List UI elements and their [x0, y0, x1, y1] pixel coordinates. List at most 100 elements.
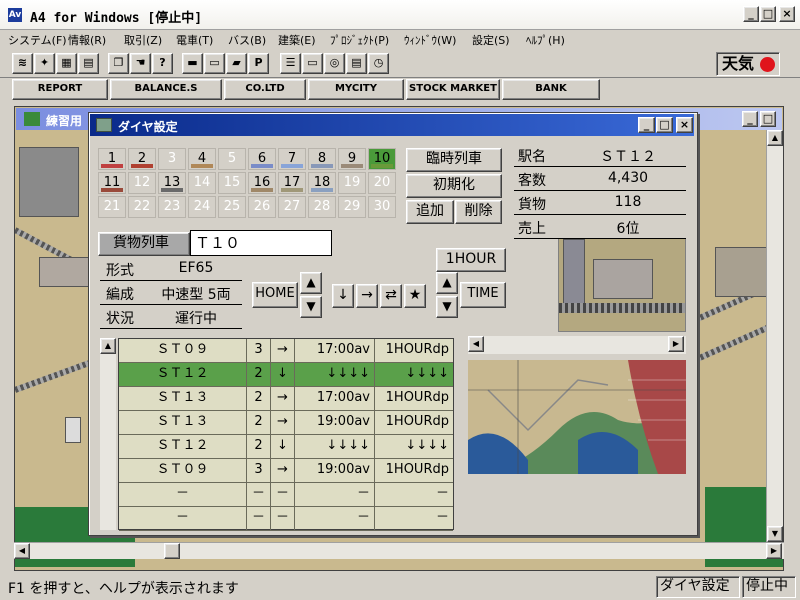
app-titlebar[interactable]: Av A4 for Windows [停止中] _ □ ×	[0, 0, 800, 30]
close-button[interactable]: ×	[779, 6, 795, 22]
schedule-row[interactable]: ＳＴ０９ 3 → 17:00av 1HOURdp	[119, 339, 453, 363]
schedule-scrollbar[interactable]: ▲	[100, 338, 116, 530]
train-icon[interactable]: ▬	[182, 53, 203, 74]
train-slot-25[interactable]: 25	[218, 196, 246, 218]
menu-train[interactable]: 電車(T)	[176, 32, 213, 48]
train-slot-7[interactable]: 7	[278, 148, 306, 170]
minimap-scroll-left-icon[interactable]: ◀	[468, 336, 484, 352]
mycity-button[interactable]: MYCITY	[308, 79, 404, 100]
scroll-up-icon[interactable]: ▲	[767, 130, 783, 146]
route-turnaround-icon[interactable]: ⇄	[380, 284, 402, 308]
horizontal-scroll-thumb[interactable]	[164, 543, 180, 559]
train-slot-8[interactable]: 8	[308, 148, 336, 170]
card-icon[interactable]: ▭	[302, 53, 323, 74]
practice-minimize-button[interactable]: _	[742, 111, 758, 127]
clock-icon[interactable]: ◷	[368, 53, 389, 74]
route-minimap[interactable]	[468, 360, 686, 474]
scroll-left-icon[interactable]: ◀	[14, 543, 30, 559]
dia-dialog-titlebar[interactable]: ダイヤ設定 _ □ ×	[90, 114, 694, 136]
minimize-button[interactable]: _	[743, 6, 759, 22]
train-slot-13[interactable]: 13	[158, 172, 186, 194]
train-slot-14[interactable]: 14	[188, 172, 216, 194]
truck-icon[interactable]: ▰	[226, 53, 247, 74]
train-slot-21[interactable]: 21	[98, 196, 126, 218]
home-up-icon[interactable]: ▲	[300, 272, 322, 294]
menu-window[interactable]: ｳｨﾝﾄﾞｳ(W)	[404, 32, 456, 48]
bus-icon[interactable]: ▤	[78, 53, 99, 74]
menu-settings[interactable]: 設定(S)	[472, 32, 510, 48]
menu-trade[interactable]: 取引(Z)	[124, 32, 162, 48]
list-icon[interactable]: ☰	[280, 53, 301, 74]
train-slot-2[interactable]: 2	[128, 148, 156, 170]
train-slot-18[interactable]: 18	[308, 172, 336, 194]
train-slot-29[interactable]: 29	[338, 196, 366, 218]
schedule-row[interactable]: ＳＴ１３ 2 → 19:00av 1HOURdp	[119, 411, 453, 435]
train-slot-17[interactable]: 17	[278, 172, 306, 194]
help-icon[interactable]: ?	[152, 53, 173, 74]
stock-market-button[interactable]: STOCK MARKET	[406, 79, 500, 100]
train-slot-15[interactable]: 15	[218, 172, 246, 194]
train-slot-22[interactable]: 22	[128, 196, 156, 218]
train-slot-19[interactable]: 19	[338, 172, 366, 194]
train-slot-4[interactable]: 4	[188, 148, 216, 170]
train-slot-10[interactable]: 10	[368, 148, 396, 170]
train-slot-3[interactable]: 3	[158, 148, 186, 170]
menu-project[interactable]: ﾌﾟﾛｼﾞｪｸﾄ(P)	[330, 32, 389, 48]
add-button[interactable]: 追加	[406, 200, 454, 224]
menu-build[interactable]: 建築(E)	[278, 32, 316, 48]
route-down-icon[interactable]: ↓	[332, 284, 354, 308]
train-slot-12[interactable]: 12	[128, 172, 156, 194]
train-slot-20[interactable]: 20	[368, 172, 396, 194]
bus-vehicle-icon[interactable]: ▭	[204, 53, 225, 74]
schedule-row[interactable]: ＳＴ１３ 2 → 17:00av 1HOURdp	[119, 387, 453, 411]
train-slot-27[interactable]: 27	[278, 196, 306, 218]
train-slot-5[interactable]: 5	[218, 148, 246, 170]
time-down-icon[interactable]: ▼	[436, 296, 458, 318]
home-down-icon[interactable]: ▼	[300, 296, 322, 318]
schedule-row[interactable]: ＳＴ１２ 2 ↓ ↓↓↓↓ ↓↓↓↓	[119, 435, 453, 459]
delete-button[interactable]: 削除	[455, 200, 502, 224]
schedule-scroll-up-icon[interactable]: ▲	[100, 338, 116, 354]
menu-help[interactable]: ﾍﾙﾌﾟ(H)	[526, 32, 565, 48]
train-slot-30[interactable]: 30	[368, 196, 396, 218]
construct-icon[interactable]: ✦	[34, 53, 55, 74]
train-slot-28[interactable]: 28	[308, 196, 336, 218]
train-slot-6[interactable]: 6	[248, 148, 276, 170]
scroll-right-icon[interactable]: ▶	[766, 543, 782, 559]
layers-icon[interactable]: ≋	[12, 53, 33, 74]
menu-bus[interactable]: バス(B)	[228, 32, 266, 48]
window-icon[interactable]: ❐	[108, 53, 129, 74]
balance-sheet-button[interactable]: BALANCE.S	[110, 79, 222, 100]
menu-info[interactable]: 情報(R)	[68, 32, 106, 48]
route-right-icon[interactable]: →	[356, 284, 378, 308]
schedule-row[interactable]: ＳＴ１２ 2 ↓ ↓↓↓↓ ↓↓↓↓	[119, 363, 453, 387]
scroll-down-icon[interactable]: ▼	[767, 526, 783, 542]
train-slot-24[interactable]: 24	[188, 196, 216, 218]
bank-button[interactable]: BANK	[502, 79, 600, 100]
target-icon[interactable]: ◎	[324, 53, 345, 74]
map-vertical-scrollbar[interactable]: ▲ ▼	[766, 130, 783, 542]
train-name-field[interactable]: Ｔ１０	[190, 230, 332, 256]
hour-button[interactable]: 1HOUR	[436, 248, 506, 272]
dia-close-button[interactable]: ×	[676, 117, 693, 133]
train-slot-23[interactable]: 23	[158, 196, 186, 218]
report-button[interactable]: REPORT	[12, 79, 108, 100]
map-horizontal-scrollbar[interactable]: ◀ ▶	[14, 542, 784, 559]
extra-train-button[interactable]: 臨時列車	[406, 148, 502, 172]
calendar-icon[interactable]: ▤	[346, 53, 367, 74]
maximize-button[interactable]: □	[760, 6, 776, 22]
train-slot-11[interactable]: 11	[98, 172, 126, 194]
schedule-row[interactable]: －－－－－	[119, 507, 453, 531]
menu-system[interactable]: システム(F)	[8, 32, 67, 48]
schedule-row[interactable]: －－－－－	[119, 483, 453, 507]
time-up-icon[interactable]: ▲	[436, 272, 458, 294]
practice-maximize-button[interactable]: □	[760, 111, 776, 127]
time-button[interactable]: TIME	[460, 282, 506, 308]
train-slot-9[interactable]: 9	[338, 148, 366, 170]
schedule-row[interactable]: ＳＴ０９ 3 → 19:00av 1HOURdp	[119, 459, 453, 483]
building-icon[interactable]: ▦	[56, 53, 77, 74]
parking-icon[interactable]: P	[248, 53, 269, 74]
dia-maximize-button[interactable]: □	[656, 117, 673, 133]
home-button[interactable]: HOME	[252, 282, 298, 308]
route-star-icon[interactable]: ★	[404, 284, 426, 308]
